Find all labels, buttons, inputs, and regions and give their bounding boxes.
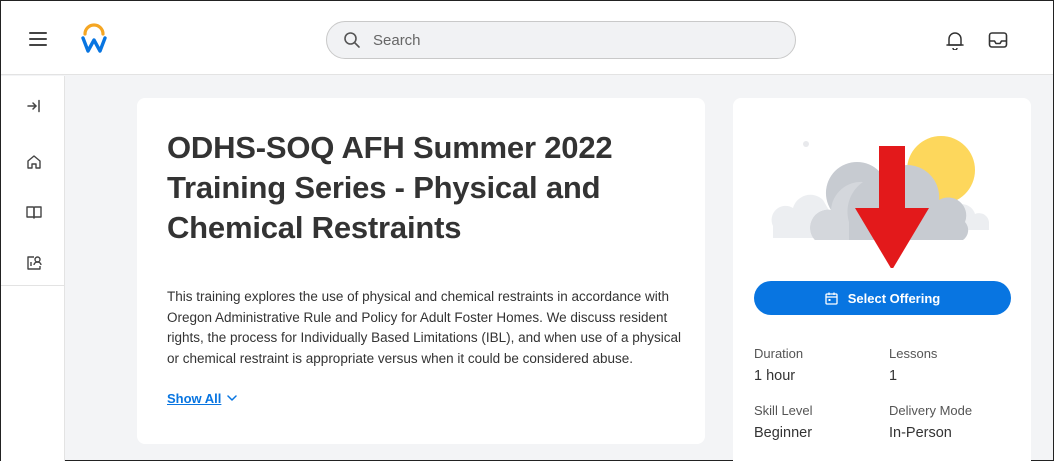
course-description: This training explores the use of physic…	[167, 289, 682, 366]
bell-icon[interactable]	[946, 30, 964, 50]
lessons-value: 1	[889, 368, 898, 384]
left-rail	[1, 76, 65, 461]
duration-value: 1 hour	[754, 368, 796, 384]
skill-level-value: Beginner	[754, 425, 813, 441]
learning-dashboard-icon[interactable]	[25, 254, 43, 272]
inbox-icon[interactable]	[988, 31, 1008, 49]
search-placeholder: Search	[373, 31, 421, 49]
hamburger-menu-icon[interactable]	[29, 32, 47, 46]
top-bar: Search	[1, 1, 1053, 75]
home-icon[interactable]	[25, 153, 43, 171]
show-all-link[interactable]: Show All	[167, 391, 238, 406]
show-all-label: Show All	[167, 391, 222, 406]
weather-illustration	[771, 136, 990, 268]
delivery-mode-value: In-Person	[889, 425, 952, 441]
select-offering-button[interactable]: Select Offering	[754, 281, 1011, 315]
search-icon	[344, 32, 360, 48]
course-title: ODHS-SOQ AFH Summer 2022 Training Series…	[167, 130, 613, 245]
calendar-icon	[825, 292, 838, 305]
select-offering-label: Select Offering	[847, 290, 941, 306]
delivery-mode-label: Delivery Mode	[889, 403, 973, 418]
expand-rail-icon[interactable]	[25, 97, 43, 115]
lessons-label: Lessons	[889, 346, 938, 361]
search-input[interactable]: Search	[326, 21, 796, 59]
duration-label: Duration	[754, 346, 804, 361]
skill-level-label: Skill Level	[754, 403, 813, 418]
course-card: ODHS-SOQ AFH Summer 2022 Training Series…	[137, 98, 705, 444]
book-icon[interactable]	[25, 203, 43, 221]
workday-logo[interactable]	[81, 23, 107, 53]
offering-card: Select Offering Duration 1 hour Lessons …	[733, 98, 1031, 461]
chevron-down-icon	[227, 395, 238, 401]
rail-divider	[1, 285, 64, 286]
